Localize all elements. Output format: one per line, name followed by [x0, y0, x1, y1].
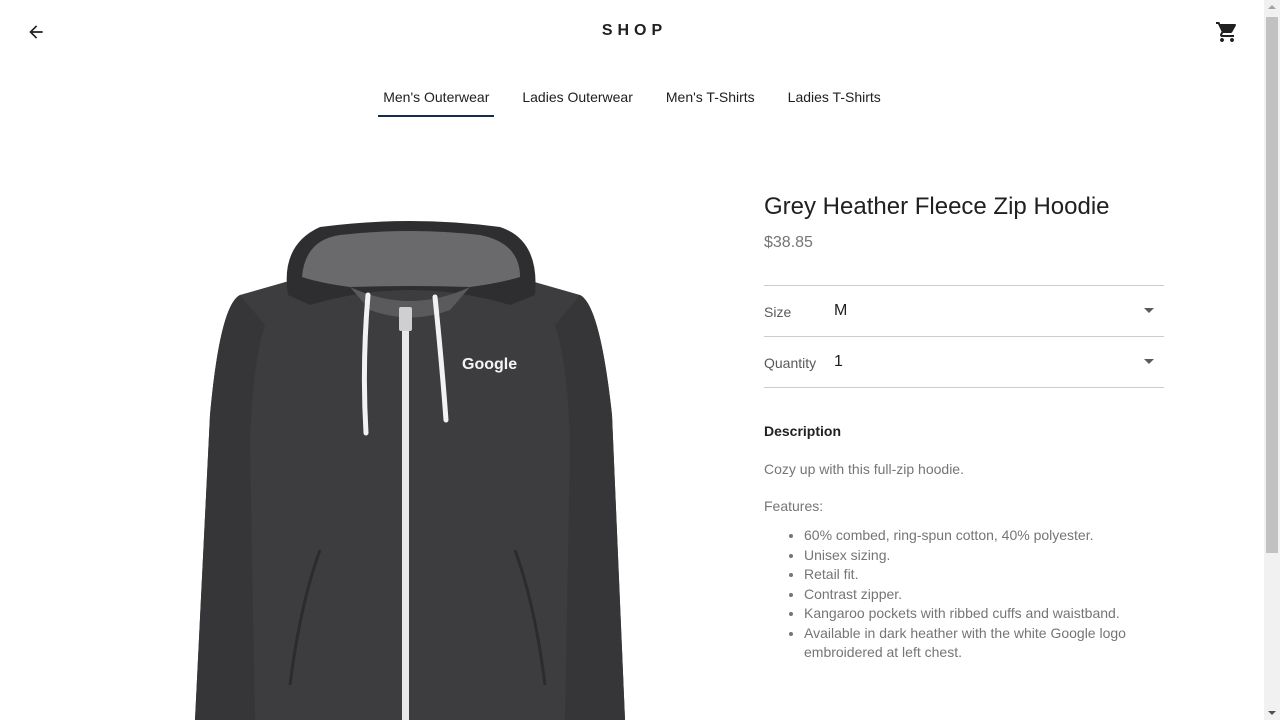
scroll-up-icon[interactable]: [1268, 5, 1276, 9]
tab-mens-outerwear[interactable]: Men's Outerwear: [378, 77, 495, 117]
quantity-select[interactable]: Quantity 1: [764, 337, 1164, 388]
features-list: 60% combed, ring-spun cotton, 40% polyes…: [764, 526, 1164, 663]
list-item: Available in dark heather with the white…: [804, 624, 1164, 663]
product-page: SHOP Men's Outerwear Ladies Outerwear Me…: [0, 0, 1264, 720]
size-select[interactable]: Size M: [764, 286, 1164, 337]
product-details: Grey Heather Fleece Zip Hoodie $38.85 Si…: [764, 190, 1164, 663]
list-item: Contrast zipper.: [804, 585, 1164, 605]
tab-ladies-tshirts[interactable]: Ladies T-Shirts: [788, 77, 881, 117]
quantity-label: Quantity: [764, 355, 817, 371]
description-text: Cozy up with this full-zip hoodie.: [764, 461, 964, 477]
shopping-cart-icon: [1216, 22, 1237, 42]
features-label: Features:: [764, 498, 824, 514]
vertical-scrollbar[interactable]: [1264, 0, 1280, 720]
scroll-down-icon[interactable]: [1268, 711, 1276, 715]
list-item: Retail fit.: [804, 565, 1164, 585]
list-item: 60% combed, ring-spun cotton, 40% polyes…: [804, 526, 1164, 546]
shop-logo[interactable]: SHOP: [0, 22, 1264, 40]
product-price: $38.85: [764, 234, 813, 251]
description-heading: Description: [764, 423, 842, 439]
scrollbar-thumb[interactable]: [1266, 17, 1278, 553]
product-image: Google: [180, 215, 640, 720]
quantity-value: 1: [834, 353, 843, 370]
tab-ladies-outerwear[interactable]: Ladies Outerwear: [522, 77, 633, 117]
product-options: Size M Quantity 1: [764, 285, 1164, 388]
list-item: Kangaroo pockets with ribbed cuffs and w…: [804, 604, 1164, 624]
product-title: Grey Heather Fleece Zip Hoodie: [764, 193, 1110, 220]
dropdown-arrow-icon: [1144, 308, 1154, 313]
size-label: Size: [764, 304, 792, 320]
size-value: M: [834, 302, 848, 319]
dropdown-arrow-icon: [1144, 359, 1154, 364]
cart-button[interactable]: [1212, 17, 1242, 47]
tab-mens-tshirts[interactable]: Men's T-Shirts: [666, 77, 755, 117]
category-tabs: Men's Outerwear Ladies Outerwear Men's T…: [0, 77, 1264, 117]
product-logo-text: Google: [462, 356, 518, 373]
list-item: Unisex sizing.: [804, 546, 1164, 566]
